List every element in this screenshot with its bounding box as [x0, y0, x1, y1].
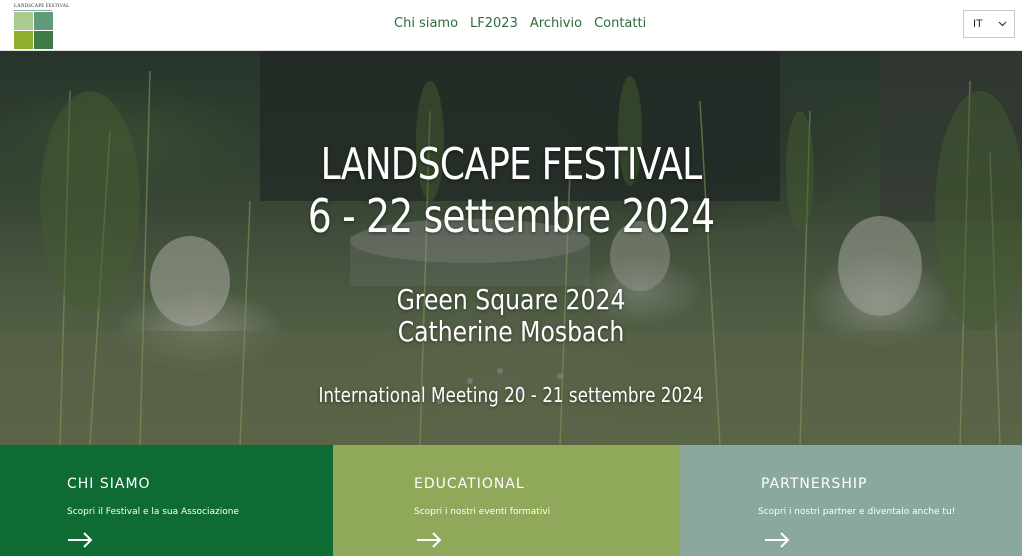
language-select[interactable]: IT — [963, 10, 1015, 38]
language-selected-value: IT — [973, 18, 983, 30]
card-description: Scopri il Festival e la sua Associazione — [67, 507, 239, 517]
arrow-right-icon[interactable] — [764, 532, 790, 548]
hero-title: LANDSCAPE FESTIVAL — [320, 139, 703, 190]
card-description: Scopri i nostri partner e diventalo anch… — [758, 507, 956, 517]
main-nav: Chi siamo LF2023 Archivio Contatti — [394, 16, 646, 31]
hero-meeting: International Meeting 20 - 21 settembre … — [318, 383, 704, 407]
chevron-down-icon — [998, 21, 1007, 27]
feature-cards: CHI SIAMO Scopri il Festival e la sua As… — [0, 445, 1022, 556]
card-title: EDUCATIONAL — [414, 476, 525, 492]
site-logo[interactable]: LANDSCAPE FESTIVAL — [14, 4, 70, 49]
card-description: Scopri i nostri eventi formativi — [414, 507, 551, 517]
card-title: PARTNERSHIP — [761, 476, 868, 492]
logo-grid — [14, 12, 54, 49]
hero-designer: Catherine Mosbach — [397, 315, 625, 348]
hero-green-square: Green Square 2024 — [396, 283, 626, 316]
logo-square-bl — [14, 31, 33, 49]
card-chi-siamo[interactable]: CHI SIAMO Scopri il Festival e la sua As… — [0, 445, 333, 556]
nav-item-archivio[interactable]: Archivio — [530, 16, 582, 31]
logo-square-br — [34, 31, 53, 49]
site-header: LANDSCAPE FESTIVAL Chi siamo LF2023 Arch… — [0, 0, 1022, 51]
card-title: CHI SIAMO — [67, 476, 151, 492]
nav-item-chi-siamo[interactable]: Chi siamo — [394, 16, 458, 31]
logo-text: LANDSCAPE FESTIVAL — [14, 4, 70, 9]
nav-item-contatti[interactable]: Contatti — [594, 16, 646, 31]
arrow-right-icon[interactable] — [67, 532, 93, 548]
hero-banner: LANDSCAPE FESTIVAL 6 - 22 settembre 2024… — [0, 51, 1022, 445]
logo-square-tr — [34, 12, 53, 30]
card-educational[interactable]: EDUCATIONAL Scopri i nostri eventi forma… — [333, 445, 680, 556]
hero-dates: 6 - 22 settembre 2024 — [307, 189, 715, 243]
arrow-right-icon[interactable] — [416, 532, 442, 548]
card-partnership[interactable]: PARTNERSHIP Scopri i nostri partner e di… — [680, 445, 1022, 556]
nav-item-lf2023[interactable]: LF2023 — [470, 16, 518, 31]
logo-square-tl — [14, 12, 33, 30]
logo-underline — [14, 10, 52, 11]
